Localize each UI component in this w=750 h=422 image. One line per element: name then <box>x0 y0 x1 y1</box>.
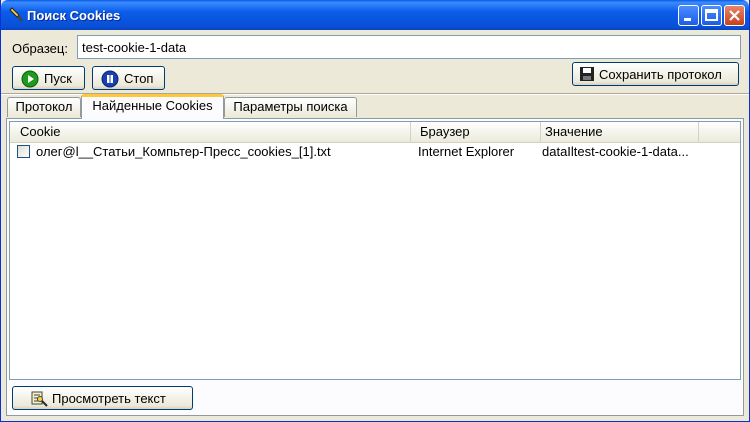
column-header-browser[interactable]: Браузер <box>414 122 541 142</box>
minimize-icon <box>684 18 691 21</box>
cookie-file-cell: олег@l__Статьи_Компьтер-Пресс_cookies_[1… <box>36 144 331 159</box>
start-label: Пуск <box>44 71 72 86</box>
view-text-label: Просмотреть текст <box>52 391 166 406</box>
title-bar[interactable]: Поиск Cookies <box>1 0 749 30</box>
column-header-value[interactable]: Значение <box>539 122 699 142</box>
save-log-button[interactable]: Сохранить протокол <box>572 62 739 86</box>
row-checkbox[interactable] <box>17 145 30 158</box>
close-button[interactable] <box>724 5 745 26</box>
cookies-list[interactable]: Cookie Браузер Значение олег@l__Статьи_К… <box>9 121 741 380</box>
floppy-disk-icon <box>580 67 594 81</box>
table-row[interactable]: олег@l__Статьи_Компьтер-Пресс_cookies_[1… <box>10 143 740 161</box>
maximize-icon <box>705 9 718 21</box>
browser-cell: Internet Explorer <box>418 144 515 159</box>
list-header: Cookie Браузер Значение <box>10 122 740 143</box>
pause-icon <box>101 70 119 88</box>
sample-input[interactable] <box>77 35 741 59</box>
save-log-label: Сохранить протокол <box>599 67 722 82</box>
maximize-button[interactable] <box>701 5 722 26</box>
value-cell: dataIltest-cookie-1-data... <box>542 144 689 159</box>
close-icon <box>729 10 740 21</box>
minimize-button[interactable] <box>678 5 699 26</box>
play-icon <box>21 70 39 88</box>
window-title: Поиск Cookies <box>27 8 121 23</box>
column-header-cookie[interactable]: Cookie <box>14 122 411 142</box>
tab-search-params-label: Параметры поиска <box>233 99 348 114</box>
cookie-search-icon <box>9 7 23 22</box>
tab-search-params[interactable]: Параметры поиска <box>224 97 357 117</box>
view-document-icon <box>31 391 48 407</box>
tab-log-label: Протокол <box>15 99 73 114</box>
stop-button[interactable]: Стоп <box>92 66 165 90</box>
view-text-button[interactable]: Просмотреть текст <box>12 386 193 410</box>
cookie-search-window: Поиск Cookies Образец: Пуск Стоп Сохрани… <box>0 0 750 422</box>
start-button[interactable]: Пуск <box>12 66 85 90</box>
sample-label: Образец: <box>12 41 68 56</box>
stop-label: Стоп <box>124 71 154 86</box>
tab-found-cookies[interactable]: Найденные Cookies <box>81 94 224 119</box>
tab-found-cookies-label: Найденные Cookies <box>92 98 213 113</box>
tab-log[interactable]: Протокол <box>7 97 81 117</box>
